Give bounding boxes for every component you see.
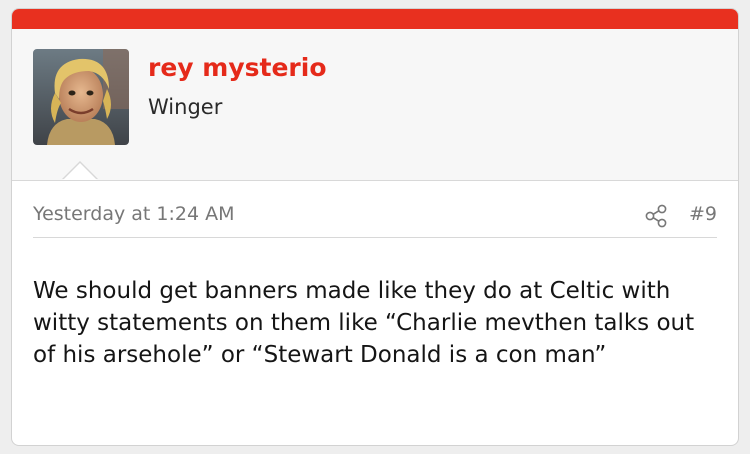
username-link[interactable]: rey mysterio (148, 53, 327, 82)
message-arrow-fill (63, 163, 97, 180)
post-accent-bar (12, 9, 738, 29)
user-title: Winger (148, 95, 223, 119)
post-body: We should get banners made like they do … (33, 278, 695, 368)
share-icon[interactable] (643, 203, 669, 229)
user-info-block: rey mysterio Winger (12, 29, 738, 181)
post-card: rey mysterio Winger Yesterday at 1:24 AM… (11, 8, 739, 446)
post-meta-bar: Yesterday at 1:24 AM #9 (33, 197, 717, 238)
post-timestamp[interactable]: Yesterday at 1:24 AM (33, 203, 235, 225)
post-number-link[interactable]: #9 (689, 203, 717, 225)
avatar[interactable] (33, 49, 129, 145)
